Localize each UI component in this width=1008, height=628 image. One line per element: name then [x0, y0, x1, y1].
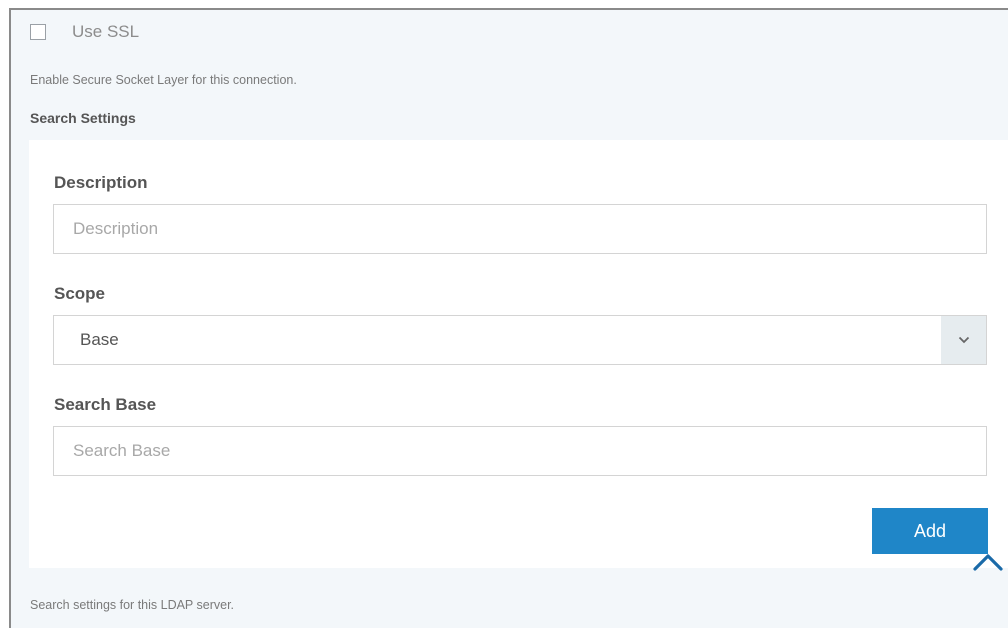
- search-settings-panel: Description Scope Base Search Base Add: [29, 140, 1008, 568]
- search-settings-help-text: Search settings for this LDAP server.: [30, 598, 235, 612]
- scroll-to-top-button[interactable]: [971, 550, 1005, 574]
- scope-select[interactable]: Base: [53, 315, 987, 365]
- description-label: Description: [54, 173, 148, 192]
- chevron-down-icon: [958, 336, 969, 344]
- description-input[interactable]: [53, 204, 987, 254]
- ldap-settings-frame: Use SSL Enable Secure Socket Layer for t…: [9, 8, 1008, 628]
- use-ssl-label: Use SSL: [72, 22, 140, 41]
- add-button[interactable]: Add: [872, 508, 988, 554]
- scope-selected-value: Base: [80, 330, 119, 349]
- chevron-up-icon: [973, 554, 1003, 571]
- use-ssl-option[interactable]: Use SSL: [30, 22, 139, 42]
- ssl-help-text: Enable Secure Socket Layer for this conn…: [30, 73, 297, 87]
- search-base-label: Search Base: [54, 395, 157, 414]
- search-base-input[interactable]: [53, 426, 987, 476]
- search-settings-title: Search Settings: [30, 110, 136, 126]
- scope-dropdown-toggle[interactable]: [941, 316, 986, 364]
- use-ssl-checkbox[interactable]: [30, 24, 46, 40]
- scope-label: Scope: [54, 284, 106, 303]
